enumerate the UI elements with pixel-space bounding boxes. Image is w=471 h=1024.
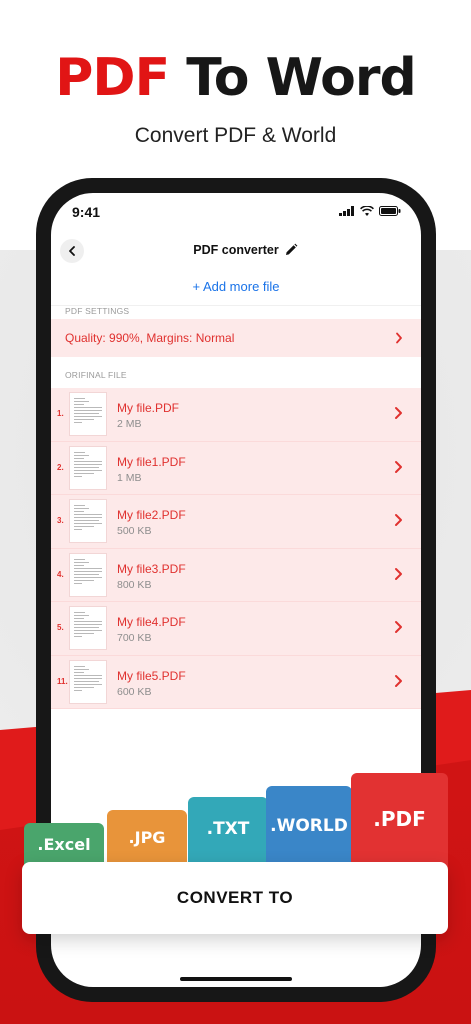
pdf-settings-label: PDF SETTINGS (65, 306, 130, 316)
file-name: My file4.PDF (117, 615, 186, 629)
chevron-right-icon (396, 332, 402, 344)
headline: PDF To Word (0, 48, 471, 108)
file-size: 600 KB (117, 685, 152, 698)
pdf-thumbnail (69, 606, 107, 650)
status-icons (339, 206, 401, 216)
list-item[interactable]: 5. My file4.PDF 700 KB (51, 602, 421, 656)
list-item[interactable]: 4. My file3.PDF 800 KB (51, 548, 421, 602)
subtitle: Convert PDF & World (134, 124, 337, 147)
battery-icon (379, 206, 401, 216)
file-size: 500 KB (117, 525, 152, 537)
file-size: 1 MB (117, 471, 142, 484)
file-list: 1. My file.PDF 2 MB 2. My file1.PDF 1 MB… (51, 388, 421, 709)
pdf-thumbnail (69, 552, 107, 597)
file-index: 5. (57, 623, 64, 632)
pdf-thumbnail (69, 392, 107, 436)
file-size: 800 KB (117, 578, 152, 591)
file-index: 11. (57, 676, 68, 686)
format-tab-txt[interactable]: .TXT (188, 797, 268, 868)
list-item[interactable]: 3. My file2.PDF 500 KB (51, 495, 421, 549)
wifi-icon (360, 206, 374, 216)
file-index: 2. (57, 462, 64, 472)
file-name: My file.PDF (117, 401, 180, 415)
file-name: My file5.PDF (117, 668, 186, 683)
list-item[interactable]: 2. My file1.PDF 1 MB (51, 441, 421, 495)
file-index: 4. (57, 569, 64, 579)
status-bar: 9:41 (51, 193, 421, 237)
pdf-thumbnail (69, 445, 107, 490)
format-tab-pdf[interactable]: .PDF (351, 773, 448, 868)
file-index: 3. (57, 516, 64, 525)
file-index: 1. (57, 409, 64, 418)
pdf-thumbnail (69, 659, 107, 704)
headline-pdf: PDF (55, 48, 170, 108)
signal-icon (339, 206, 354, 216)
nav-title: PDF converter (193, 243, 279, 257)
add-more-file-button[interactable]: + Add more file (51, 279, 421, 294)
pdf-thumbnail (69, 499, 107, 543)
status-time: 9:41 (72, 204, 101, 220)
file-name: My file1.PDF (117, 454, 186, 469)
file-name: My file3.PDF (117, 561, 186, 576)
file-size: 2 MB (117, 418, 142, 430)
headline-to-word: To Word (169, 48, 416, 108)
file-name: My file2.PDF (117, 508, 186, 522)
nav-bar: PDF converter (51, 233, 421, 306)
original-file-label: ORIFINAL FILE (65, 370, 127, 380)
list-item[interactable]: 1. My file.PDF 2 MB (51, 388, 421, 442)
convert-to-button[interactable]: CONVERT TO (22, 862, 448, 934)
chevron-right-icon (395, 621, 402, 633)
format-tab-jpg[interactable]: .JPG (107, 810, 187, 868)
file-size: 700 KB (117, 632, 152, 644)
pdf-settings-row[interactable]: Quality: 990%, Margins: Normal (51, 319, 421, 357)
chevron-right-icon (395, 460, 402, 473)
pdf-settings-value: Quality: 990%, Margins: Normal (65, 331, 235, 345)
convert-to-label: CONVERT TO (176, 888, 294, 907)
pencil-icon[interactable] (284, 243, 298, 257)
chevron-right-icon (395, 567, 402, 580)
home-indicator (180, 977, 292, 981)
chevron-right-icon (395, 674, 402, 687)
chevron-right-icon (395, 514, 402, 526)
format-tab-world[interactable]: .WORLD (266, 786, 352, 868)
chevron-right-icon (395, 407, 402, 419)
list-item[interactable]: 11. My file5.PDF 600 KB (51, 655, 421, 709)
